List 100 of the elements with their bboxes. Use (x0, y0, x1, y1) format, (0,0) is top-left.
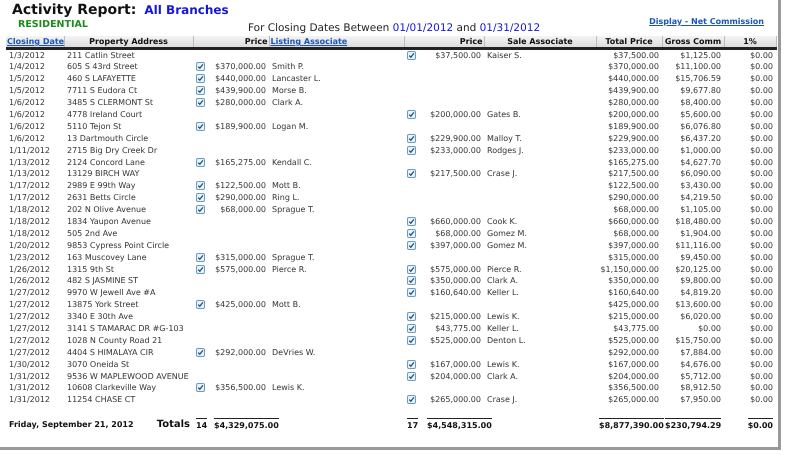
table-cell-text: Lewis K. (486, 358, 521, 370)
checkbox[interactable] (407, 264, 416, 274)
table-cell-text: $200,000.00 (607, 109, 660, 120)
checkbox[interactable] (196, 193, 205, 202)
display-net-commission-link[interactable]: Display - Net Commission (649, 16, 764, 28)
table-cell-text: 1/11/2012 (8, 144, 52, 156)
checkbox[interactable] (196, 252, 205, 262)
table-cell-text: 1/26/2012 (8, 264, 52, 276)
table-cell-text: 1/18/2012 (8, 204, 52, 216)
checkbox[interactable] (407, 240, 416, 250)
checkbox[interactable] (407, 228, 416, 238)
checkbox[interactable] (407, 312, 416, 322)
checkbox[interactable] (196, 86, 205, 96)
table-cell-text: $0.00 (749, 192, 774, 204)
table-cell-text: $8,400.00 (679, 97, 722, 109)
table-cell-text: Rodges J. (486, 144, 525, 156)
table-cell-text: $165,275.00 (607, 156, 660, 168)
checkbox[interactable] (196, 300, 205, 310)
table-cell-text: 1/6/2012 (8, 132, 46, 144)
checkbox[interactable] (196, 74, 205, 84)
table-cell-text: $204,000.00 (429, 370, 482, 382)
table-cell-text: $68,000.00 (612, 228, 660, 240)
checkbox[interactable] (407, 217, 416, 226)
table-cell-text: 4778 Ireland Court (66, 109, 144, 120)
report-title: Activity Report: (12, 2, 136, 18)
table-cell-text: $6,076.80 (679, 120, 722, 132)
table-cell-text: $6,090.00 (679, 168, 722, 180)
checkbox[interactable] (196, 264, 205, 274)
checkbox[interactable] (407, 146, 416, 155)
checkbox[interactable] (407, 169, 416, 178)
table-cell-text: $292,000.00 (214, 346, 267, 358)
table-cell-text: Sprague T. (271, 204, 316, 216)
table-cell-text: $0.00 (749, 240, 774, 252)
table-cell-text: $0.00 (749, 85, 774, 97)
table-cell-text: $15,706.59 (674, 73, 722, 85)
checkbox[interactable] (196, 348, 205, 357)
table-cell-text: 1/30/2012 (8, 358, 52, 370)
table-cell-text: Logan M. (271, 120, 310, 132)
table-cell-text: $229,900.00 (429, 132, 482, 144)
table-cell-text: 1/27/2012 (8, 323, 52, 334)
table-cell-text: Keller L. (486, 323, 520, 334)
table-cell-text: $440,000.00 (214, 73, 267, 85)
checkbox[interactable] (196, 181, 205, 190)
table-cell-text: $160,640.00 (429, 287, 482, 299)
table-cell-text: $7,950.00 (679, 394, 722, 406)
checkbox[interactable] (196, 205, 205, 214)
table-cell-text: $525,000.00 (607, 334, 660, 346)
column-header-link[interactable]: Listing Associate (269, 36, 404, 48)
table-cell-text: Clark A. (271, 97, 304, 109)
checkbox[interactable] (196, 98, 205, 108)
table-cell-text: $0.00 (749, 275, 774, 287)
table-cell-text: 1/31/2012 (8, 382, 52, 394)
table-cell-text: $43,775.00 (434, 323, 482, 334)
table-cell-text: 1/26/2012 (8, 275, 52, 287)
table-cell-text: 9970 W Jewell Ave #A (66, 287, 156, 299)
total-value: 17 (407, 418, 418, 431)
table-cell-text: Lewis K. (486, 311, 521, 323)
checkbox[interactable] (407, 288, 416, 298)
table-cell-text: $575,000.00 (429, 264, 482, 276)
table-cell-text: 1/18/2012 (8, 228, 52, 240)
checkbox[interactable] (407, 324, 416, 334)
table-cell-text: $43,775.00 (612, 323, 660, 334)
checkbox[interactable] (407, 51, 416, 60)
table-cell: $0.00 (724, 48, 776, 61)
table-cell-text: 1/27/2012 (8, 334, 52, 346)
table-cell-text: $229,900.00 (607, 132, 660, 144)
table-cell: Kaiser S. (484, 48, 596, 61)
checkbox[interactable] (407, 110, 416, 119)
table-cell: $37,500.00 (596, 48, 662, 61)
checkbox[interactable] (196, 62, 205, 72)
table-cell-text: 1/13/2012 (8, 168, 52, 180)
column-header-link[interactable]: Closing Date (6, 36, 64, 48)
checkbox[interactable] (196, 122, 205, 131)
table-cell-text: 5110 Tejon St (66, 120, 122, 132)
table-cell-text: 1/27/2012 (8, 299, 52, 311)
checkbox[interactable] (196, 158, 205, 167)
table-cell-text: $0.00 (749, 394, 774, 406)
checkbox[interactable] (196, 383, 205, 392)
table-cell-text: 1834 Yaupon Avenue (66, 216, 152, 228)
table-cell-text: Morse B. (271, 85, 308, 97)
table-cell-text: $356,500.00 (607, 382, 660, 394)
checkbox[interactable] (407, 276, 416, 286)
total-value: $230,794.29 (665, 418, 722, 431)
checkbox[interactable] (407, 134, 416, 143)
checkbox[interactable] (407, 395, 416, 404)
table-cell-text: 3070 Oneida St (66, 358, 130, 370)
checkbox[interactable] (407, 336, 416, 345)
table-cell-text: 9853 Cypress Point Circle (66, 240, 170, 252)
table-cell-text: Lancaster L. (271, 73, 322, 85)
table-cell-text: 1/31/2012 (8, 370, 52, 382)
table-cell-text: 1/31/2012 (8, 394, 52, 406)
table-cell-text: $292,000.00 (607, 346, 660, 358)
table-cell-text: $290,000.00 (607, 192, 660, 204)
table-cell: 1/3/2012 (6, 48, 64, 61)
table-cell-text: Malloy T. (486, 132, 523, 144)
table-cell-text: $204,000.00 (607, 370, 660, 382)
table-cell-text: 1/4/2012 (8, 61, 46, 73)
checkbox[interactable] (407, 360, 416, 369)
table-cell-text: Mott B. (271, 180, 302, 192)
checkbox[interactable] (407, 372, 416, 381)
